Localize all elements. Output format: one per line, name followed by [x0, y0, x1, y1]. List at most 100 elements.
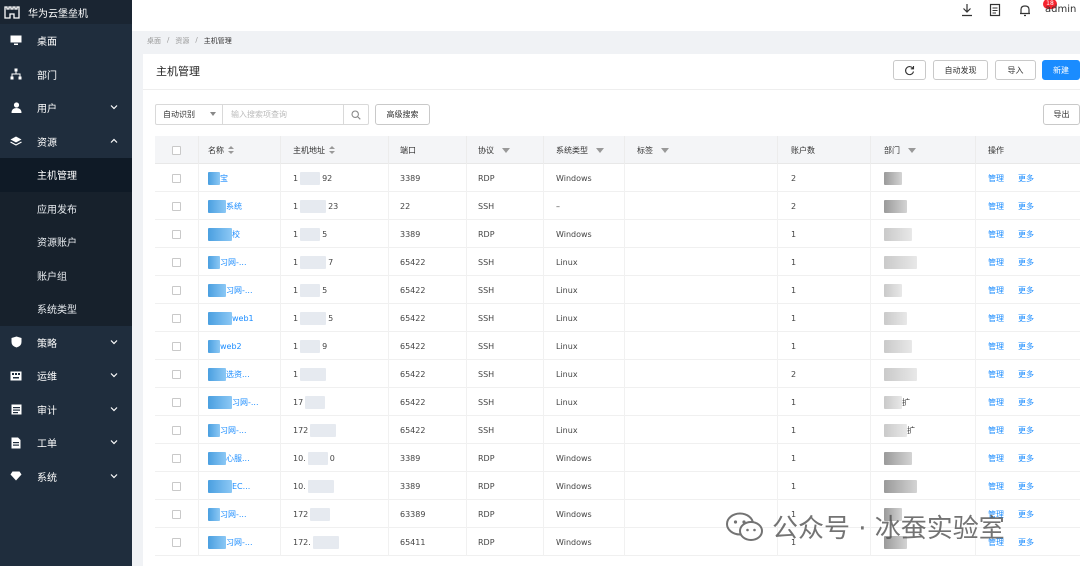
sidebar-item-resources[interactable]: 资源 — [0, 125, 132, 159]
checkbox[interactable] — [172, 145, 181, 155]
table-row[interactable]: EC... 10. 3389 RDP Windows 1 管理 更多 — [155, 472, 1080, 500]
advanced-search-button[interactable]: 高级搜索 — [375, 104, 430, 125]
more-link[interactable]: 更多 — [1018, 425, 1034, 436]
more-link[interactable]: 更多 — [1018, 481, 1034, 492]
more-link[interactable]: 更多 — [1018, 257, 1034, 268]
filter-icon[interactable] — [502, 147, 510, 153]
sidebar-item-system[interactable]: 系统 — [0, 460, 132, 494]
table-row[interactable]: web2 1 9 65422 SSH Linux 1 管理 更多 — [155, 332, 1080, 360]
manage-link[interactable]: 管理 — [988, 229, 1004, 240]
sidebar-item-desktop[interactable]: 桌面 — [0, 24, 132, 58]
sidebar-item-policy[interactable]: 策略 — [0, 326, 132, 360]
header-select-all[interactable] — [155, 136, 199, 164]
import-button[interactable]: 导入 — [995, 60, 1036, 80]
table-row[interactable]: 心服... 10. 0 3389 RDP Windows 1 管理 更多 — [155, 444, 1080, 472]
header-department[interactable]: 部门 — [871, 136, 976, 164]
manage-link[interactable]: 管理 — [988, 285, 1004, 296]
manage-link[interactable]: 管理 — [988, 313, 1004, 324]
more-link[interactable]: 更多 — [1018, 313, 1034, 324]
table-row[interactable]: 宝 1 92 3389 RDP Windows 2 管理 更多 — [155, 164, 1080, 192]
manage-link[interactable]: 管理 — [988, 397, 1004, 408]
host-name-link[interactable]: web2 — [220, 342, 242, 351]
more-link[interactable]: 更多 — [1018, 453, 1034, 464]
table-row[interactable]: 习网-... 1 5 65422 SSH Linux 1 管理 更多 — [155, 276, 1080, 304]
search-button[interactable] — [343, 105, 368, 124]
host-name-link[interactable]: web1 — [232, 314, 254, 323]
more-link[interactable]: 更多 — [1018, 369, 1034, 380]
sort-icon[interactable] — [228, 145, 234, 155]
sidebar-item-audit[interactable]: 审计 — [0, 393, 132, 427]
host-name-link[interactable]: 系统 — [226, 201, 242, 212]
table-row[interactable]: 选资... 1 65422 SSH Linux 2 管理 更多 — [155, 360, 1080, 388]
table-row[interactable]: 习网-... 1 7 65422 SSH Linux 1 管理 更多 — [155, 248, 1080, 276]
manage-link[interactable]: 管理 — [988, 481, 1004, 492]
host-name-link[interactable]: 习网-... — [232, 397, 259, 408]
more-link[interactable]: 更多 — [1018, 341, 1034, 352]
checkbox[interactable] — [172, 369, 181, 379]
user-menu[interactable]: admin — [1045, 4, 1076, 15]
header-os-type[interactable]: 系统类型 — [544, 136, 625, 164]
sidebar-subitem-account-groups[interactable]: 账户组 — [0, 258, 132, 292]
more-link[interactable]: 更多 — [1018, 201, 1034, 212]
checkbox[interactable] — [172, 341, 181, 351]
host-name-link[interactable]: 习网-... — [220, 257, 247, 268]
checkbox[interactable] — [172, 481, 181, 491]
manage-link[interactable]: 管理 — [988, 201, 1004, 212]
header-protocol[interactable]: 协议 — [467, 136, 544, 164]
sidebar-subitem-resource-accounts[interactable]: 资源账户 — [0, 225, 132, 259]
filter-icon[interactable] — [908, 147, 916, 153]
header-address[interactable]: 主机地址 — [281, 136, 389, 164]
table-row[interactable]: 系统 1 23 22 SSH – 2 管理 更多 — [155, 192, 1080, 220]
manage-link[interactable]: 管理 — [988, 369, 1004, 380]
filter-icon[interactable] — [596, 147, 604, 153]
manage-link[interactable]: 管理 — [988, 453, 1004, 464]
bell-icon[interactable] — [1018, 3, 1032, 17]
checkbox[interactable] — [172, 453, 181, 463]
manage-link[interactable]: 管理 — [988, 341, 1004, 352]
refresh-button[interactable] — [893, 60, 926, 80]
host-name-link[interactable]: EC... — [232, 482, 250, 491]
host-name-link[interactable]: 校 — [232, 229, 240, 240]
search-mode-select[interactable]: 自动识别 — [156, 105, 223, 124]
more-link[interactable]: 更多 — [1018, 285, 1034, 296]
manage-link[interactable]: 管理 — [988, 173, 1004, 184]
task-list-icon[interactable] — [988, 3, 1002, 17]
breadcrumb-item[interactable]: 资源 — [175, 36, 189, 46]
filter-icon[interactable] — [661, 147, 669, 153]
more-link[interactable]: 更多 — [1018, 397, 1034, 408]
more-link[interactable]: 更多 — [1018, 509, 1034, 520]
more-link[interactable]: 更多 — [1018, 229, 1034, 240]
search-input[interactable] — [223, 105, 343, 124]
more-link[interactable]: 更多 — [1018, 537, 1034, 548]
new-button[interactable]: 新建 — [1042, 60, 1080, 80]
checkbox[interactable] — [172, 509, 181, 519]
manage-link[interactable]: 管理 — [988, 257, 1004, 268]
sidebar-subitem-system-types[interactable]: 系统类型 — [0, 292, 132, 326]
host-name-link[interactable]: 心服... — [226, 453, 250, 464]
table-row[interactable]: web1 1 5 65422 SSH Linux 1 管理 更多 — [155, 304, 1080, 332]
more-link[interactable]: 更多 — [1018, 173, 1034, 184]
checkbox[interactable] — [172, 397, 181, 407]
checkbox[interactable] — [172, 201, 181, 211]
sidebar-item-tickets[interactable]: 工单 — [0, 426, 132, 460]
header-tags[interactable]: 标签 — [625, 136, 778, 164]
manage-link[interactable]: 管理 — [988, 425, 1004, 436]
sidebar-subitem-host-management[interactable]: 主机管理 — [0, 158, 132, 192]
checkbox[interactable] — [172, 257, 181, 267]
checkbox[interactable] — [172, 537, 181, 547]
host-name-link[interactable]: 习网-... — [226, 537, 253, 548]
sort-icon[interactable] — [329, 145, 335, 155]
host-name-link[interactable]: 习网-... — [220, 509, 247, 520]
download-icon[interactable] — [960, 3, 974, 17]
sidebar-item-users[interactable]: 用户 — [0, 91, 132, 125]
checkbox[interactable] — [172, 313, 181, 323]
table-row[interactable]: 习网-... 172 65422 SSH Linux 1 扩 管理 更多 — [155, 416, 1080, 444]
host-name-link[interactable]: 宝 — [220, 173, 228, 184]
checkbox[interactable] — [172, 229, 181, 239]
breadcrumb-item[interactable]: 桌面 — [147, 36, 161, 46]
sidebar-item-operations[interactable]: 运维 — [0, 359, 132, 393]
checkbox[interactable] — [172, 285, 181, 295]
logo[interactable]: 华为云堡垒机 — [0, 0, 132, 24]
checkbox[interactable] — [172, 173, 181, 183]
header-name[interactable]: 名称 — [199, 136, 281, 164]
